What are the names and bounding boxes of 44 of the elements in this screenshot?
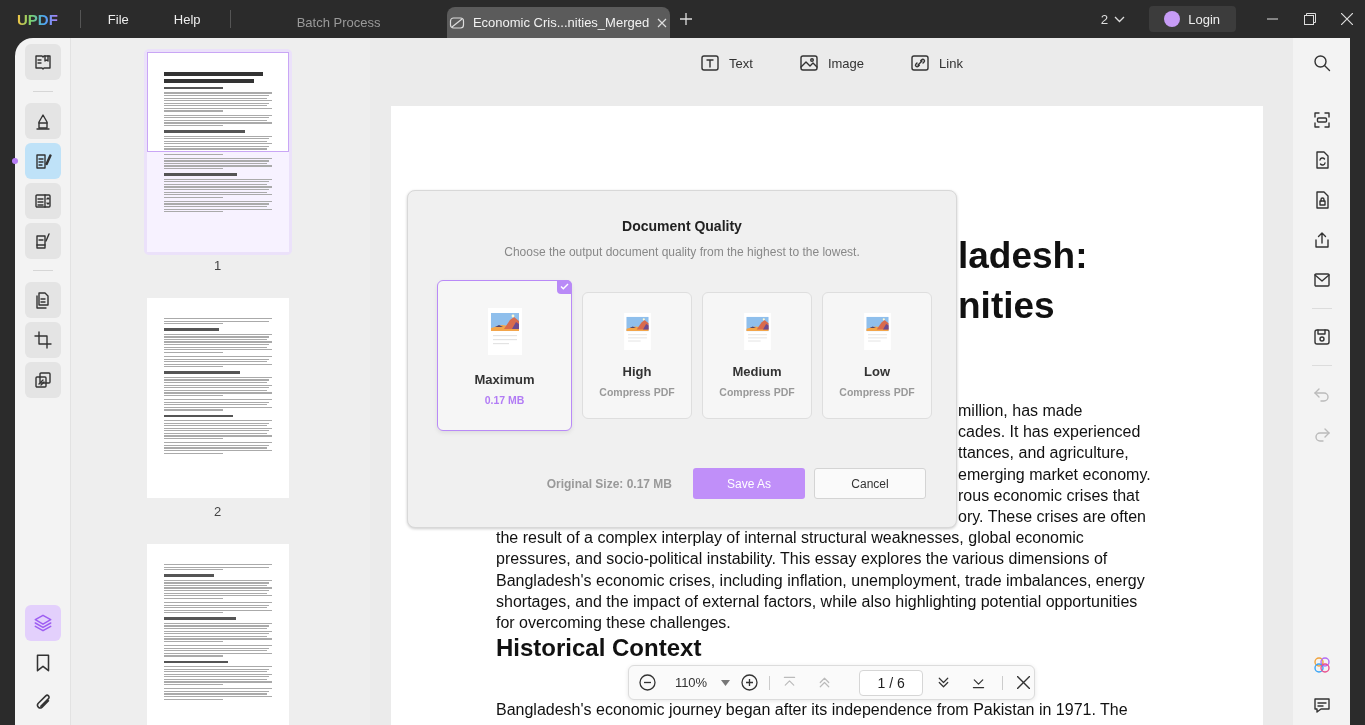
dialog-title: Document Quality <box>622 217 742 235</box>
menu-item[interactable]: File <box>107 11 129 27</box>
document-tab[interactable]: Economic Cris...nities_Merged <box>446 7 670 38</box>
option-detail: 0.17 MB <box>484 393 525 406</box>
body-text-line: ory. These crises are often <box>958 507 1147 527</box>
body-text-line: million, has made <box>958 401 1084 421</box>
body-text-line: Bangladesh's economic crises, including inflation, unemployment, trade imbalances, energy <box>496 570 1146 591</box>
body-text-line: the result of a complex interplay of internal structural weaknesses, global economic <box>496 528 1085 549</box>
page-field[interactable]: 1 / 6 <box>858 669 924 696</box>
quality-option[interactable]: Medium Compress PDF <box>702 291 812 419</box>
body-text-line: pressures, and socio-political instability. This essay explores the various dimensions of <box>496 549 1109 570</box>
toolbar-button[interactable]: Link <box>910 53 963 73</box>
option-label: Low <box>864 363 890 379</box>
body-text-line: for overcoming these challenges. <box>496 613 732 634</box>
document-title: ladesh: <box>958 234 1089 278</box>
toolbar-button[interactable]: Image <box>798 53 865 73</box>
option-detail: Compress PDF <box>839 385 915 398</box>
option-label: Medium <box>732 363 782 379</box>
window-count-dropdown[interactable]: 2 <box>1100 11 1126 27</box>
option-detail: Compress PDF <box>719 385 795 398</box>
option-label: High <box>622 363 652 379</box>
quality-option[interactable]: Low Compress PDF <box>822 291 932 419</box>
document-title: nities <box>958 284 1056 328</box>
cancel-button[interactable]: Cancel <box>814 468 926 499</box>
option-detail: Compress PDF <box>599 385 675 398</box>
login-button[interactable]: Login <box>1149 6 1236 32</box>
quality-option[interactable]: Maximum 0.17 MB <box>437 279 572 431</box>
menu-item[interactable]: Help <box>173 11 201 27</box>
body-text-line: Bangladesh's economic journey began after its independence from Pakistan in 1971. The <box>496 700 1129 721</box>
body-text-line: ttances, and agriculture, <box>958 443 1130 464</box>
page-number: 1 <box>213 259 222 273</box>
zoom-dropdown[interactable]: 110% <box>674 675 731 690</box>
body-text-line: cades. It has experienced <box>958 422 1142 443</box>
section-heading: Historical Context <box>496 634 703 662</box>
document-tab[interactable]: Batch Process <box>230 7 447 38</box>
original-size: Original Size: 0.17 MB <box>546 476 672 491</box>
body-text-line: rous economic crises that <box>958 485 1141 506</box>
toolbar-button[interactable]: Text <box>700 53 753 73</box>
option-label: Maximum <box>474 371 535 387</box>
page-number: 2 <box>213 505 222 519</box>
body-text-line: emerging market economy. <box>958 464 1152 485</box>
dialog-subtitle: Choose the output document quality from the highest to the lowest. <box>504 244 860 260</box>
quality-option[interactable]: High Compress PDF <box>582 291 692 419</box>
body-text-line: shortages, and the impact of external factors, while also highlighting potential opportunities <box>496 591 1139 612</box>
